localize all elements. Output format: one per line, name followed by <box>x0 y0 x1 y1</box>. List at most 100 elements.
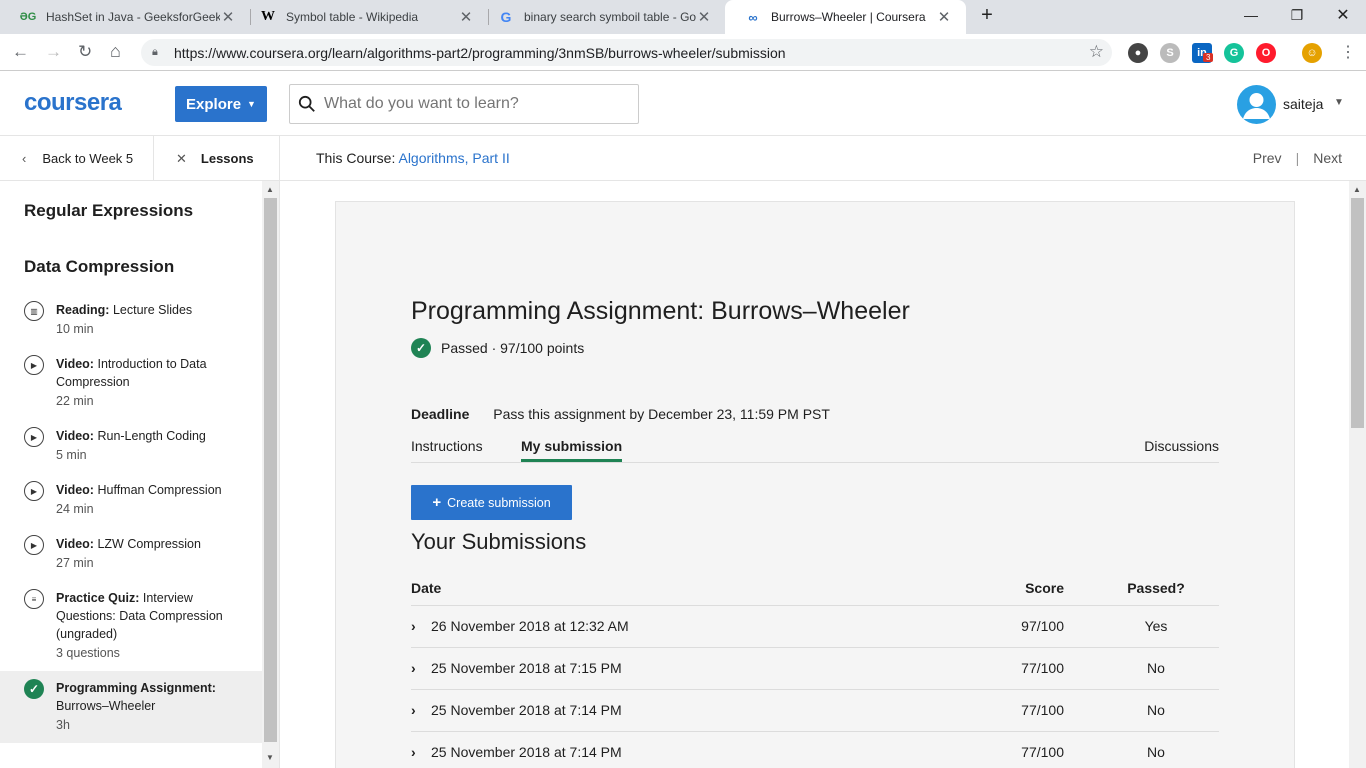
check-circle-icon: ✓ <box>24 679 44 699</box>
quiz-icon: ≡ <box>24 589 44 609</box>
user-silhouette-icon <box>1243 93 1270 119</box>
browser-tab-coursera[interactable]: ∞ Burrows–Wheeler | Coursera ✕ <box>725 0 966 34</box>
table-row[interactable]: › 26 November 2018 at 12:32 AM 97/100 Ye… <box>411 606 1219 648</box>
back-to-week-link[interactable]: ‹ Back to Week 5 <box>0 136 154 181</box>
google-icon: G <box>500 9 512 25</box>
prev-next-nav: Prev | Next <box>1253 150 1342 166</box>
browser-tab-wikipedia[interactable]: W Symbol table - Wikipedia ✕ <box>240 0 488 34</box>
scroll-down-icon[interactable]: ▼ <box>266 753 274 762</box>
assignment-card: Programming Assignment: Burrows–Wheeler … <box>335 201 1295 768</box>
close-tab-icon[interactable]: ✕ <box>696 8 712 26</box>
course-subnav: ‹ Back to Week 5 ✕ Lessons This Course: … <box>0 136 1366 181</box>
menu-dots-icon[interactable]: ⋮ <box>1340 42 1356 62</box>
section-heading[interactable]: Regular Expressions <box>24 201 193 221</box>
sidebar-scrollbar[interactable]: ▲ ▼ <box>262 181 279 768</box>
close-tab-icon[interactable]: ✕ <box>220 8 236 26</box>
forward-arrow-icon[interactable]: → <box>45 42 62 62</box>
user-avatar[interactable] <box>1237 85 1276 124</box>
prev-link[interactable]: Prev <box>1253 150 1282 166</box>
sidebar-item-huffman-compression[interactable]: ▶ Video: Huffman Compression 24 min <box>0 479 262 527</box>
close-tab-icon[interactable]: ✕ <box>936 8 952 26</box>
search-box[interactable] <box>289 84 639 124</box>
search-input[interactable] <box>324 95 624 113</box>
submissions-heading: Your Submissions <box>411 529 587 554</box>
tab-instructions[interactable]: Instructions <box>411 438 483 454</box>
close-icon: ✕ <box>176 150 187 166</box>
close-window-button[interactable]: ✕ <box>1320 0 1366 30</box>
browser-tab-google-search[interactable]: G binary search symboil table - Goo ✕ <box>478 0 726 34</box>
course-link[interactable]: Algorithms, Part II <box>398 150 509 166</box>
divider: | <box>1295 150 1300 166</box>
book-icon: ▥ <box>24 301 44 321</box>
deadline-line: Deadline Pass this assignment by Decembe… <box>411 406 830 422</box>
table-row[interactable]: › 25 November 2018 at 7:14 PM 77/100 No <box>411 690 1219 732</box>
scroll-up-icon[interactable]: ▲ <box>1353 185 1361 194</box>
column-passed: Passed? <box>1127 580 1185 596</box>
tab-my-submission[interactable]: My submission <box>521 438 623 462</box>
play-icon: ▶ <box>24 355 44 375</box>
profile-avatar-icon[interactable]: ☺ <box>1302 43 1322 63</box>
skype-icon[interactable]: S <box>1160 43 1180 63</box>
assignment-tabs: Instructions My submission Discussions <box>411 438 1219 463</box>
table-header: Date Score Passed? <box>411 568 1219 606</box>
browser-tab-geeksforgeeks[interactable]: ƏG HashSet in Java - GeeksforGeeks ✕ <box>0 0 250 34</box>
play-icon: ▶ <box>24 481 44 501</box>
sidebar-item-lzw-compression[interactable]: ▶ Video: LZW Compression 27 min <box>0 533 262 581</box>
site-header: coursera Explore ▼ saiteja ▼ <box>0 71 1366 136</box>
column-date: Date <box>411 580 442 596</box>
bookmark-star-icon[interactable]: ☆ <box>1089 42 1104 62</box>
submissions-table: Date Score Passed? › 26 November 2018 at… <box>411 568 1219 768</box>
chevron-right-icon[interactable]: › <box>411 660 416 676</box>
tab-discussions[interactable]: Discussions <box>1144 438 1219 454</box>
opera-icon[interactable]: O <box>1256 43 1276 63</box>
create-submission-button[interactable]: + Create submission <box>411 485 572 520</box>
caret-down-icon[interactable]: ▼ <box>1334 97 1344 108</box>
table-row[interactable]: › 25 November 2018 at 7:15 PM 77/100 No <box>411 648 1219 690</box>
linkedin-badge: 3 <box>1203 53 1214 62</box>
next-link[interactable]: Next <box>1313 150 1342 166</box>
extension-icon[interactable]: ● <box>1128 43 1148 63</box>
coursera-icon: ∞ <box>748 9 758 25</box>
this-course: This Course: Algorithms, Part II <box>316 150 510 166</box>
gfg-icon: ƏG <box>19 11 37 23</box>
table-row[interactable]: › 25 November 2018 at 7:14 PM 77/100 No <box>411 732 1219 768</box>
address-toolbar: ← → ↻ ⌂ 🔒︎ https://www.coursera.org/lear… <box>0 34 1366 71</box>
sidebar-item-run-length-coding[interactable]: ▶ Video: Run-Length Coding 5 min <box>0 425 262 473</box>
sidebar-item-lecture-slides[interactable]: ▥ Reading: Lecture Slides 10 min <box>0 299 262 347</box>
url-bar[interactable]: 🔒︎ https://www.coursera.org/learn/algori… <box>141 39 1112 66</box>
lessons-sidebar: Regular Expressions Data Compression ▥ R… <box>0 181 280 768</box>
close-tab-icon[interactable]: ✕ <box>458 8 474 26</box>
main-scrollbar[interactable]: ▲ <box>1349 181 1366 768</box>
play-icon: ▶ <box>24 427 44 447</box>
wikipedia-icon: W <box>261 9 275 24</box>
home-icon[interactable]: ⌂ <box>110 41 121 62</box>
main-content: Programming Assignment: Burrows–Wheeler … <box>281 181 1349 768</box>
grammarly-icon[interactable]: G <box>1224 43 1244 63</box>
minimize-button[interactable]: — <box>1228 0 1274 30</box>
back-arrow-icon[interactable]: ← <box>12 42 29 62</box>
scroll-up-icon[interactable]: ▲ <box>266 185 274 194</box>
sidebar-item-practice-quiz[interactable]: ≡ Practice Quiz: Interview Questions: Da… <box>0 587 262 671</box>
plus-icon: + <box>432 494 442 511</box>
user-name[interactable]: saiteja <box>1283 96 1323 112</box>
scrollbar-thumb[interactable] <box>1351 198 1364 428</box>
section-heading[interactable]: Data Compression <box>24 257 174 277</box>
page-title: Programming Assignment: Burrows–Wheeler <box>411 297 910 325</box>
lessons-toggle[interactable]: ✕ Lessons <box>154 136 280 181</box>
scrollbar-thumb[interactable] <box>264 198 277 742</box>
sidebar-item-burrows-wheeler[interactable]: ✓ Programming Assignment: Burrows–Wheeler… <box>0 671 262 743</box>
sidebar-item-intro-data-compression[interactable]: ▶ Video: Introduction to Data Compressio… <box>0 353 262 419</box>
chevron-right-icon[interactable]: › <box>411 618 416 634</box>
chevron-right-icon[interactable]: › <box>411 744 416 760</box>
column-score: Score <box>1025 580 1064 596</box>
chevron-down-icon: ▼ <box>247 99 256 109</box>
coursera-logo[interactable]: coursera <box>24 89 122 117</box>
chevron-right-icon[interactable]: › <box>411 702 416 718</box>
new-tab-button[interactable]: + <box>970 0 1004 30</box>
restore-button[interactable]: ❐ <box>1274 0 1320 30</box>
browser-tab-bar: ƏG HashSet in Java - GeeksforGeeks ✕ W S… <box>0 0 1366 34</box>
status-line: ✓ Passed · 97/100 points <box>411 338 584 358</box>
explore-button[interactable]: Explore ▼ <box>175 86 267 122</box>
check-circle-icon: ✓ <box>411 338 431 358</box>
reload-icon[interactable]: ↻ <box>78 42 92 62</box>
